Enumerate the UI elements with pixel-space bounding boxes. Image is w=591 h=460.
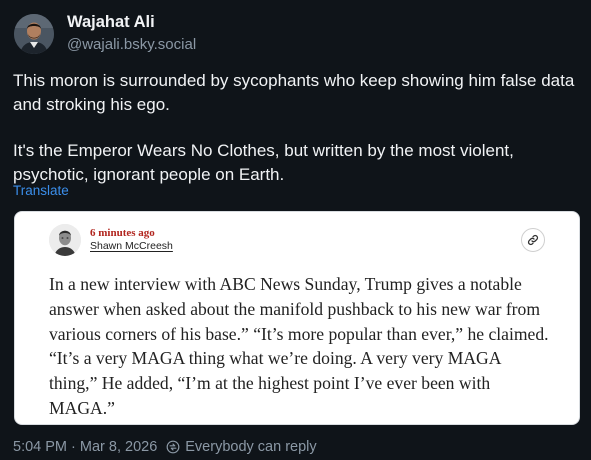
reply-setting-icon: [166, 440, 180, 454]
quote-time-ago: 6 minutes ago: [90, 227, 155, 239]
quoted-image-card[interactable]: 6 minutes ago Shawn McCreesh In a new in…: [14, 211, 580, 425]
author-display-name[interactable]: Wajahat Ali: [67, 13, 155, 32]
quote-article-text: In a new interview with ABC News Sunday,…: [49, 274, 549, 418]
post-text: This moron is surrounded by sycophants w…: [13, 69, 578, 186]
post-meta: 5:04 PM · Mar 8, 2026 Everybody can repl…: [13, 439, 317, 455]
avatar[interactable]: [14, 14, 54, 54]
link-icon: [527, 234, 539, 246]
post-paragraph: This moron is surrounded by sycophants w…: [13, 71, 575, 114]
quote-author-name[interactable]: Shawn McCreesh: [90, 240, 173, 252]
quote-author-photo: [49, 224, 81, 256]
post-timestamp[interactable]: 5:04 PM · Mar 8, 2026: [13, 439, 157, 455]
author-handle[interactable]: @wajali.bsky.social: [67, 36, 196, 53]
reply-setting-label[interactable]: Everybody can reply: [185, 439, 316, 455]
post-paragraph: It's the Emperor Wears No Clothes, but w…: [13, 141, 514, 184]
link-button[interactable]: [521, 228, 545, 252]
translate-link[interactable]: Translate: [13, 183, 69, 198]
